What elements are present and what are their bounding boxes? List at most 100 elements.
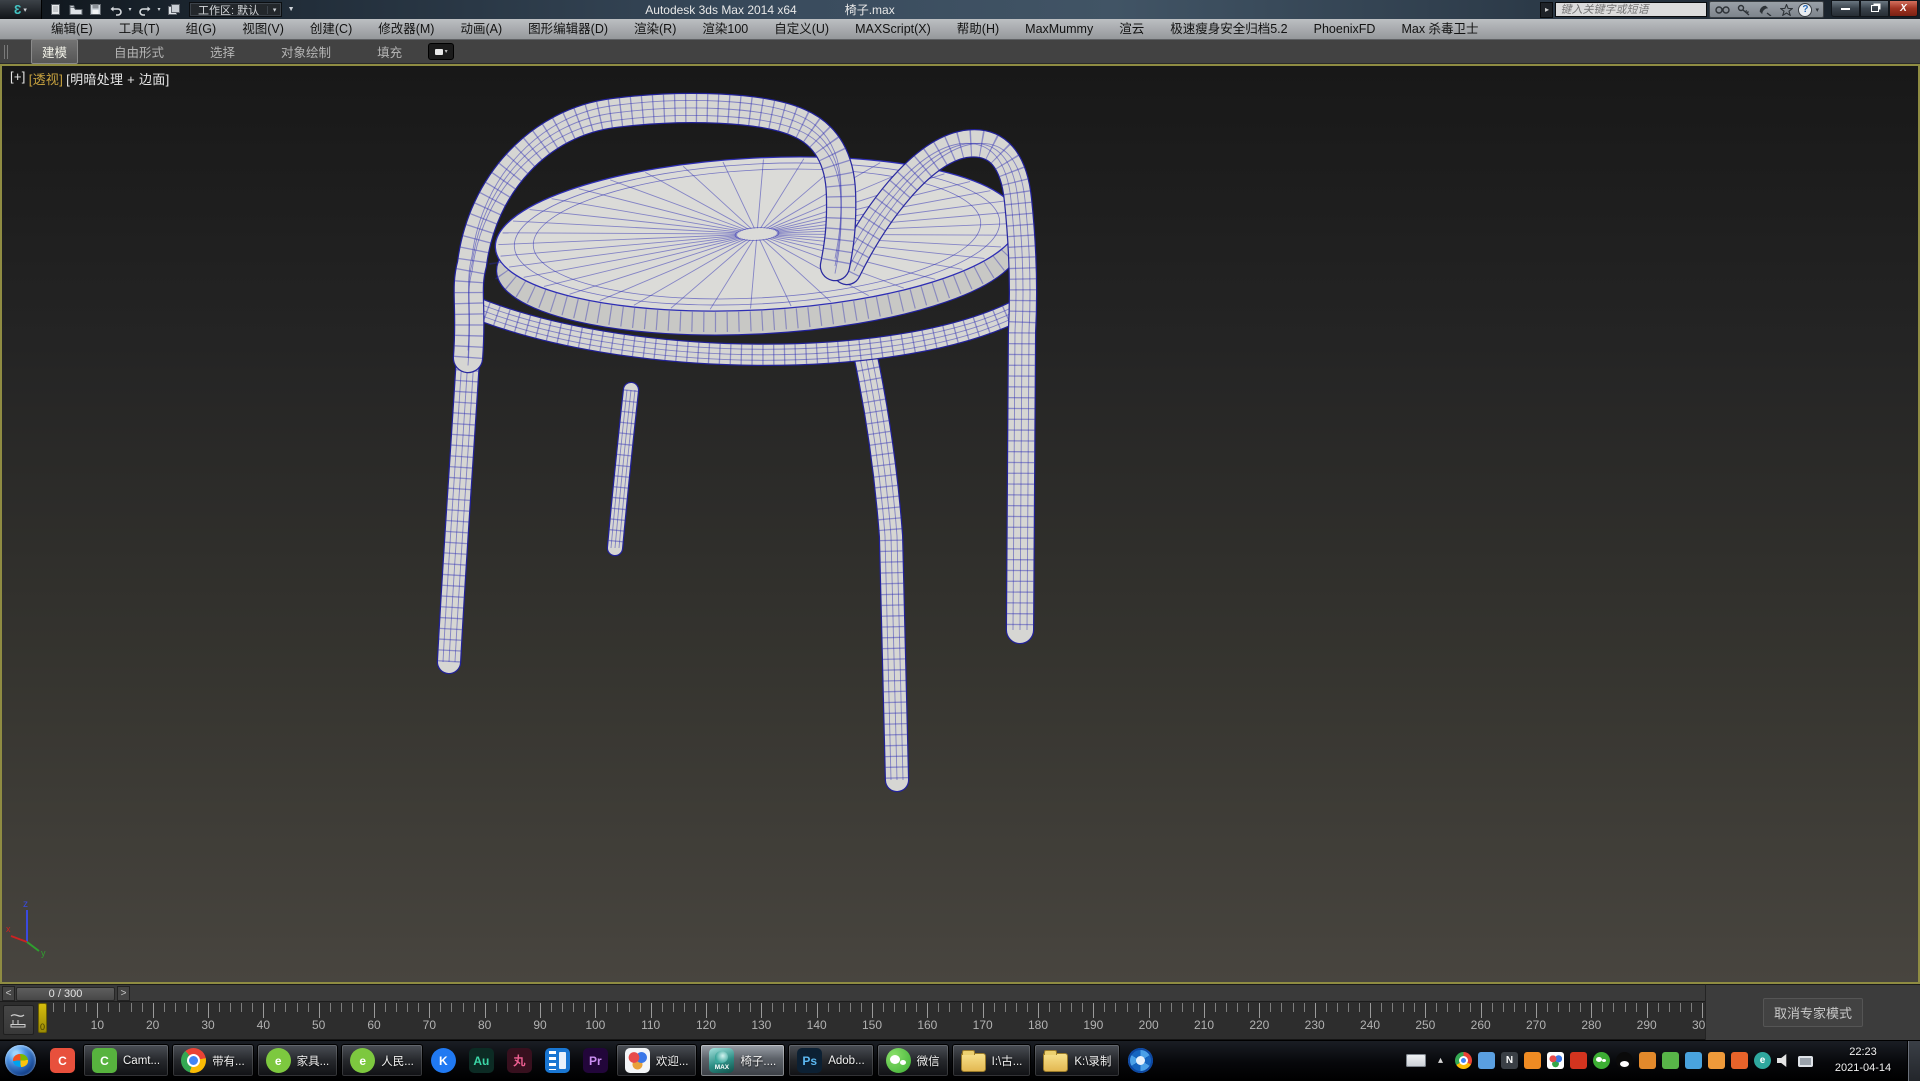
ruler-frame-label: 290	[1637, 1018, 1657, 1032]
workspace-selector[interactable]: 工作区: 默认 ▾	[189, 2, 282, 17]
open-file-button[interactable]	[66, 1, 85, 18]
search-icon[interactable]	[1714, 3, 1732, 17]
viewport-pov-menu[interactable]: [透视]	[29, 69, 63, 88]
menu-item[interactable]: 极速瘦身安全归档5.2	[1157, 19, 1300, 40]
taskbar-item-browser-renmin[interactable]: e人民...	[341, 1044, 423, 1077]
previous-frame-button[interactable]: <	[2, 986, 15, 1001]
menu-item[interactable]: 编辑(E)	[38, 19, 106, 40]
project-folder-button[interactable]	[164, 1, 183, 18]
time-slider[interactable]: < 0 / 300 >	[0, 984, 1705, 1002]
menu-item[interactable]: MaxMummy	[1012, 19, 1106, 40]
firewall-tray-icon[interactable]	[1731, 1052, 1748, 1069]
menu-item[interactable]: 帮助(H)	[944, 19, 1012, 40]
taskbar-item-xuanyun-client[interactable]	[1123, 1044, 1158, 1077]
time-slider-handle[interactable]: 0 / 300	[16, 987, 115, 1001]
taskbar-item-welcome-app[interactable]: 欢迎...	[616, 1044, 698, 1077]
show-desktop-button[interactable]	[1907, 1041, 1920, 1081]
taskbar-item-camtasia-studio[interactable]: CCamt...	[83, 1044, 169, 1077]
pdf-reader-tray-icon[interactable]	[1570, 1052, 1587, 1069]
undo-history-dropdown[interactable]: ▾	[126, 1, 134, 18]
taskbar-item-3dsmax-task[interactable]: MAX椅子....	[700, 1044, 785, 1077]
next-frame-button[interactable]: >	[117, 986, 130, 1001]
stool-model-wireframe[interactable]	[2, 66, 1918, 982]
show-hidden-icons-icon[interactable]: ▴	[1432, 1052, 1449, 1069]
toolbar-overflow-button[interactable]: ▼	[284, 2, 298, 17]
menu-item[interactable]: 组(G)	[173, 19, 230, 40]
pinyin-tray-icon[interactable]	[1478, 1052, 1495, 1069]
menu-item[interactable]: 渲云	[1106, 19, 1157, 40]
taskbar-item-video-editor[interactable]	[540, 1044, 575, 1077]
menu-item[interactable]: Max 杀毒卫士	[1388, 19, 1491, 40]
taskbar-item-audition[interactable]: Au	[464, 1044, 499, 1077]
trackbar-ruler[interactable]: 0 01020304050607080901001101201301401501…	[0, 1002, 1705, 1039]
track-bar[interactable]: 0 01020304050607080901001101201301401501…	[0, 1002, 1705, 1040]
menu-item[interactable]: 渲染100	[689, 19, 761, 40]
taskbar-clock[interactable]: 22:23 2021-04-14	[1826, 1045, 1900, 1077]
windows-taskbar: CCCamt...带有...e家具...e人民...KAu丸 Pr欢迎...MAX…	[0, 1040, 1920, 1080]
usb-orange-tray-icon[interactable]	[1524, 1052, 1541, 1069]
menu-item[interactable]: 创建(C)	[297, 19, 365, 40]
taskbar-item-folder-gu[interactable]: I:\古...	[952, 1044, 1032, 1077]
perspective-viewport[interactable]: [+] [透视] [明暗处理 + 边面] z x y	[0, 64, 1920, 984]
taskbar-item-camtasia-recorder[interactable]: C	[45, 1044, 80, 1077]
ribbon-tab[interactable]: 建模	[31, 39, 78, 64]
wireless-tray-icon[interactable]	[1685, 1052, 1702, 1069]
menu-item[interactable]: 工具(T)	[106, 19, 173, 40]
cancel-expert-mode-button[interactable]: 取消专家模式	[1763, 998, 1863, 1027]
ribbon-tab[interactable]: 选择	[200, 40, 245, 63]
taskbar-item-photoshop[interactable]: PsAdob...	[788, 1044, 873, 1077]
menu-item[interactable]: MAXScript(X)	[842, 19, 944, 40]
ribbon-tab[interactable]: 对象绘制	[271, 40, 341, 63]
save-file-button[interactable]	[86, 1, 105, 18]
taskbar-item-wan-app[interactable]: 丸	[502, 1044, 537, 1077]
communication-center-icon[interactable]	[1756, 3, 1774, 17]
menu-item[interactable]: 自定义(U)	[761, 19, 842, 40]
taskbar-item-folder-record[interactable]: K:\录制	[1034, 1044, 1120, 1077]
antivirus-tray-icon[interactable]: e	[1754, 1052, 1771, 1069]
network-tray-icon[interactable]	[1798, 1056, 1813, 1067]
redo-button[interactable]	[135, 1, 154, 18]
menu-item[interactable]: 修改器(M)	[365, 19, 447, 40]
menu-item[interactable]: 图形编辑器(D)	[515, 19, 621, 40]
start-button[interactable]	[5, 1045, 36, 1076]
search-toggle-button[interactable]: ▸	[1540, 2, 1553, 18]
qq-tray-icon[interactable]	[1616, 1052, 1633, 1069]
taskbar-item-chrome[interactable]: 带有...	[172, 1044, 254, 1077]
volume-tray-icon[interactable]	[1777, 1054, 1792, 1068]
viewport-general-menu[interactable]: [+]	[10, 69, 26, 88]
search-input[interactable]	[1555, 2, 1707, 17]
security-tray-icon[interactable]	[1639, 1052, 1656, 1069]
ribbon-tab[interactable]: 填充	[367, 40, 412, 63]
taskbar-item-premiere[interactable]: Pr	[578, 1044, 613, 1077]
taskbar-item-wechat[interactable]: 微信	[877, 1044, 949, 1077]
help-icon[interactable]: ?	[1798, 3, 1812, 17]
menu-item[interactable]: 视图(V)	[229, 19, 297, 40]
ribbon-tab[interactable]: 自由形式	[104, 40, 174, 63]
chrome-tray-icon[interactable]	[1455, 1052, 1472, 1069]
close-button[interactable]: X	[1889, 0, 1918, 17]
undo-button[interactable]	[106, 1, 125, 18]
redo-history-dropdown[interactable]: ▾	[155, 1, 163, 18]
ribbon-minimize-button[interactable]: ▾	[428, 43, 454, 60]
taskbar-item-browser-furniture[interactable]: e家具...	[257, 1044, 339, 1077]
ribbon-grip-handle[interactable]	[4, 45, 9, 59]
key-subscription-icon[interactable]	[1735, 3, 1753, 17]
help-dropdown-icon[interactable]: ▾	[1815, 6, 1819, 14]
menu-item[interactable]: PhoenixFD	[1301, 19, 1389, 40]
favorites-star-icon[interactable]	[1777, 3, 1795, 17]
restore-button[interactable]	[1860, 0, 1889, 17]
color-circles-tray-icon[interactable]	[1547, 1052, 1564, 1069]
current-frame-marker[interactable]: 0	[38, 1003, 47, 1033]
screenshot-tray-icon[interactable]	[1708, 1052, 1725, 1069]
menu-item[interactable]: 渲染(R)	[621, 19, 689, 40]
viewport-shading-menu[interactable]: [明暗处理 + 边面]	[66, 69, 169, 88]
usb-safe-tray-icon[interactable]	[1662, 1052, 1679, 1069]
keyboard-layout-icon[interactable]	[1406, 1054, 1426, 1067]
taskbar-item-kuaishou[interactable]: K	[426, 1044, 461, 1077]
minimize-button[interactable]	[1831, 0, 1860, 17]
wechat-tray-icon[interactable]	[1593, 1052, 1610, 1069]
application-menu-button[interactable]: 3 ▾	[0, 0, 42, 19]
menu-item[interactable]: 动画(A)	[447, 19, 515, 40]
new-file-button[interactable]	[46, 1, 65, 18]
input-method-tray-icon[interactable]: N	[1501, 1052, 1518, 1069]
